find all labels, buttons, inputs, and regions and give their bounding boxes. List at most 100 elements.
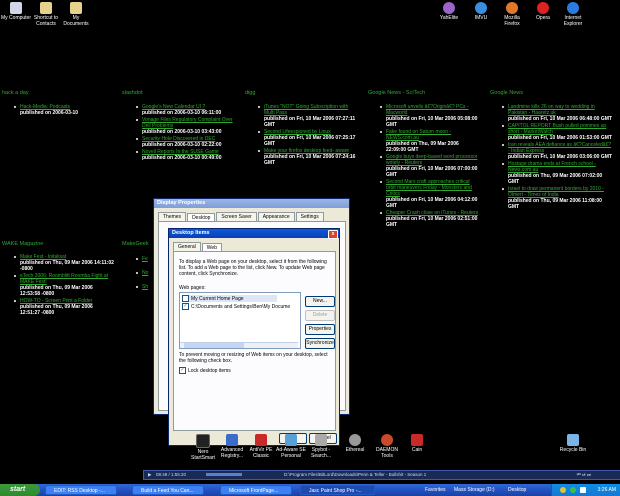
feed-item-date: published on Thu, 09 Mar 2006 14:11:02 -… [20,260,114,272]
feed-item-link[interactable]: iTunes "NOT" Going Subscription with Mul… [264,104,356,116]
horizontal-scrollbar[interactable] [180,342,298,348]
tab-themes[interactable]: Themes [158,212,187,221]
ad-aware-icon[interactable]: Ad-Aware SE Personal [276,434,306,459]
taskbar-button[interactable]: EDIT: RSS Desktop -... [45,485,117,495]
taskbar-button[interactable]: Build a Feed You Can... [132,485,204,495]
feed-item-date: published on Thu, 09 Mar 2006 12:53:58 -… [20,285,93,297]
feed-item-link[interactable]: Vonage Files Regulatory Complaint Over D… [142,117,239,129]
web-pages-list[interactable]: My Current Home Page ✓ C:\Documents and S… [179,292,301,349]
feed-item: Israel to draw permanent borders by 2010… [500,186,612,210]
opera-icon[interactable]: Opera [528,2,558,21]
synchronize-button[interactable]: Synchronize [305,338,335,349]
my-documents-icon[interactable]: My Documents [61,2,91,27]
opera-glyph-icon [537,2,549,14]
display-properties-titlebar[interactable]: Display Properties [154,199,349,208]
yahelite-icon[interactable]: YahElite [434,2,464,21]
lock-checkbox-row[interactable]: ✓ Lock desktop items [179,367,231,374]
firefox-glyph-icon [506,2,518,14]
feed-title[interactable]: digg [245,90,255,96]
favorites-toolbar[interactable]: Favorites [425,484,446,496]
play-icon[interactable]: ▶ [148,471,151,479]
media-controls-icon[interactable]: ⏮ ⏯ ⏭ [577,471,591,479]
media-path: D:\Program Files\BitLord\Downloads\Penn … [284,472,427,477]
scrollbar-thumb[interactable] [184,343,244,348]
registry-icon[interactable]: Advanced Registry... [217,434,247,459]
feed-item-link[interactable]: Google buys deep-based word processor wr… [386,154,480,166]
clock[interactable]: 3:26 AM [598,484,616,496]
feed-title[interactable]: WAKE Magazine [2,241,43,247]
nero-icon[interactable]: Nero StartSmart [188,434,218,461]
feed-item-link[interactable]: eTech 2006: Roomblitt Roomba Fight at MA… [20,273,114,285]
media-seek-bar[interactable] [206,473,242,476]
mass-storage-toolbar[interactable]: Mass Storage (D:) [454,484,495,496]
feed-item-date: published on 2006-03-10 03:43:00 [142,129,222,135]
feed-item: Google's New Calendar UI ? published on … [134,104,239,116]
web-page-checkbox[interactable]: ✓ [182,303,189,310]
feed-item-link[interactable]: Microsoft unveils â€?Originâ€? PCs - Mac… [386,104,480,116]
taskbar-button-active[interactable]: Jasc Paint Shop Pro -... [300,485,375,495]
tray-icon[interactable] [560,487,566,493]
my-computer-icon[interactable]: My Computer [1,2,31,21]
feed-item-link[interactable]: Second Mars craft approaches critical or… [386,179,480,197]
display-properties-tabs: Themes Desktop Screen Saver Appearance S… [158,212,325,222]
tab-general[interactable]: General [173,242,201,251]
spybot-icon[interactable]: Spybot - Search... [306,434,336,459]
ethereal-icon[interactable]: Ethereal [340,434,370,453]
feed-title[interactable]: Google News - SciTech [368,90,425,96]
feed-title[interactable]: slashdot [122,90,143,96]
tab-screen-saver[interactable]: Screen Saver [216,212,257,221]
web-page-item[interactable]: ✓ C:\Documents and Settings\Ben\My Docume [182,303,298,310]
feed-item-link[interactable]: Fake found on Saturn moon - NEWS.com.au [386,129,480,141]
feed-item: Hostage drama ends at French school - Ne… [500,161,612,185]
antivir-icon[interactable]: AntiVir PE Classic [246,434,276,459]
close-icon[interactable]: x [328,230,338,239]
imvu-glyph-icon [475,2,487,14]
web-page-item[interactable]: My Current Home Page [182,295,277,302]
feed-item-link[interactable]: Iran reveals AEA defiance as â€?Canceled… [508,142,612,154]
properties-button[interactable]: Properties [305,324,335,335]
feed-item-link[interactable]: Landmine kills 26 on way to wedding in P… [508,104,612,116]
feed-item-date: published on Fri, 10 Mar 2006 05:08:00 G… [386,116,478,128]
web-page-label: My Current Home Page [191,295,244,302]
feed-item: Second Lifeespioned by Linux published o… [256,129,356,147]
firefox-icon[interactable]: Mozilla Firefox [497,2,527,27]
feed-item: Make your firefox desktop feed- aware pu… [256,148,356,166]
feed-item-date: published on 2006-03-10 00:49:00 [142,155,222,161]
volume-icon[interactable] [580,487,586,493]
desktop-items-tabs: General Web [173,242,223,252]
lock-checkbox[interactable]: ✓ [179,367,186,374]
desktop-items-dialog[interactable]: Desktop Items x General Web To display a… [168,228,340,446]
taskbar-button[interactable]: Microsoft FrontPage... [220,485,292,495]
delete-button[interactable]: Delete [305,310,335,321]
desktop-toolbar[interactable]: Desktop [508,484,526,496]
icon-label: Shortcut to Contacts [33,15,59,27]
imvu-icon[interactable]: IMVU [466,2,496,21]
feed-title[interactable]: MakeGeek [122,241,149,247]
feed-item-date: published on Thu, 09 Mar 2006 07:02:00 G… [508,173,603,185]
icon-label: YahElite [439,15,459,21]
media-player-bar[interactable]: ▶ 08:48 / 1:55:20 D:\Program Files\BitLo… [143,470,620,480]
tray-icon[interactable] [570,487,576,493]
tab-appearance[interactable]: Appearance [257,212,295,221]
desktop-items-titlebar[interactable]: Desktop Items x [169,229,339,239]
feed-item: Make Fest - Initalisat published on Thu,… [12,254,114,272]
feed-item: Landmine kills 26 on way to wedding in P… [500,104,612,122]
window-title: Display Properties [157,200,206,206]
feed-item-date: published on Thu, 09 Mar 2006 12:51:27 -… [20,304,93,316]
system-tray: 3:26 AM [551,484,620,496]
start-button[interactable]: start [0,484,40,496]
feed-item-date: published on Fri, 10 Mar 2006 06:48:00 G… [508,116,612,122]
contacts-shortcut-icon[interactable]: Shortcut to Contacts [31,2,61,27]
internet-explorer-icon[interactable]: Internet Explorer [558,2,588,27]
feed-title[interactable]: Google News [490,90,523,96]
tab-settings[interactable]: Settings [295,212,324,221]
daemon-tools-icon[interactable]: DAEMON Tools [372,434,402,459]
feed-item-link[interactable]: CAPITOL REPORT Bush pulled pommes up sho… [508,123,612,135]
new-button[interactable]: New... [305,296,335,307]
recycle-bin-icon[interactable]: Recycle Bin [558,434,588,453]
feed-title[interactable]: hack a day [2,90,29,96]
feed-item-link[interactable]: Hostage drama ends at French school - Ne… [508,161,612,173]
web-page-checkbox[interactable] [182,295,189,302]
feed-item-link[interactable]: Israel to draw permanent borders by 2010… [508,186,612,198]
cain-icon[interactable]: Cain [402,434,432,453]
